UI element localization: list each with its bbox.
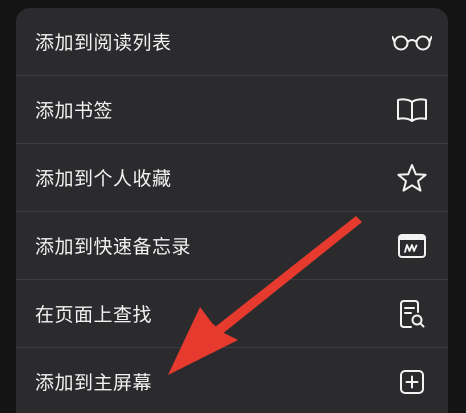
menu-item-add-to-quick-note[interactable]: 添加到快速备忘录	[16, 212, 448, 279]
quick-note-icon	[392, 228, 432, 264]
screen: 添加到阅读列表 添加书签 添加到个人收藏 添加到快速备忘录 在页面上查找 添加到…	[0, 0, 466, 413]
glasses-icon	[392, 24, 432, 60]
menu-item-find-on-page[interactable]: 在页面上查找	[16, 280, 448, 347]
book-icon	[392, 92, 432, 128]
menu-item-add-to-reading-list[interactable]: 添加到阅读列表	[16, 8, 448, 75]
star-icon	[392, 160, 432, 196]
menu-item-label: 在页面上查找	[35, 304, 153, 326]
menu-item-add-to-home-screen[interactable]: 添加到主屏幕	[16, 348, 448, 413]
share-menu: 添加到阅读列表 添加书签 添加到个人收藏 添加到快速备忘录 在页面上查找 添加到…	[16, 8, 448, 413]
menu-item-add-to-favorites[interactable]: 添加到个人收藏	[16, 144, 448, 211]
add-square-icon	[392, 364, 432, 400]
menu-item-add-bookmark[interactable]: 添加书签	[16, 76, 448, 143]
menu-item-label: 添加到主屏幕	[35, 372, 153, 394]
find-on-page-icon	[392, 296, 432, 332]
menu-item-label: 添加到个人收藏	[35, 168, 172, 190]
menu-item-label: 添加到阅读列表	[35, 32, 172, 54]
menu-item-label: 添加到快速备忘录	[35, 236, 192, 258]
menu-item-label: 添加书签	[35, 100, 114, 122]
